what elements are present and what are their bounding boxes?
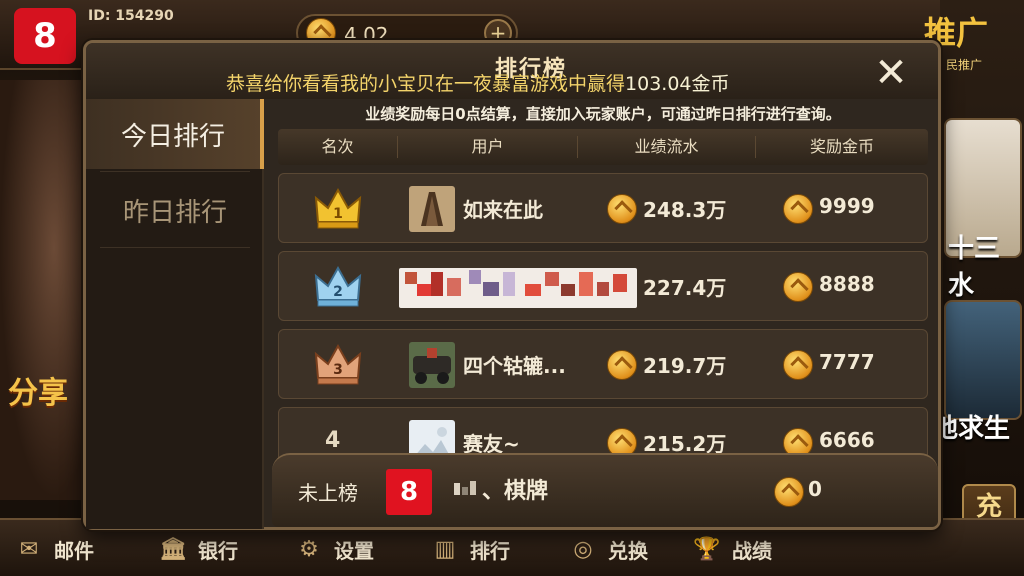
modal-header: 排行榜 恭喜给你看看我的小宝贝在一夜暴富游戏中赢得103.04金币 ✕ [86, 43, 938, 99]
table-row[interactable]: 3 四个轱辘... 219.7万 7777 [278, 329, 928, 399]
performance-value: 248.3万 [643, 198, 727, 222]
reward-value: 6666 [819, 428, 875, 452]
nav-exchange[interactable]: ◎ 兑换 [566, 534, 648, 564]
nav-settings[interactable]: ⚙ 设置 [292, 534, 374, 564]
win-announcement-marquee: 恭喜给你看看我的小宝贝在一夜暴富游戏中赢得103.04金币 [226, 69, 806, 95]
column-header-performance: 业绩流水 [578, 136, 756, 158]
gold-crown-icon: 1 [314, 187, 362, 229]
close-icon[interactable]: ✕ [856, 47, 926, 99]
performance-value: 227.4万 [643, 276, 727, 300]
game-tile-survival-label: 地求生 [932, 414, 1011, 444]
bank-icon: 🏛 [159, 536, 187, 562]
redacted-name-prefix [454, 481, 476, 495]
nav-exchange-label: 兑换 [608, 538, 648, 563]
column-header-reward: 奖励金币 [809, 137, 874, 156]
column-header-user: 用户 [398, 136, 578, 158]
nav-records-label: 战绩 [732, 538, 772, 563]
exchange-coins-icon: ◎ [573, 536, 593, 562]
bronze-crown-icon: 3 [314, 343, 362, 385]
performance-value: 219.7万 [643, 354, 727, 378]
game-tile-shisanshui-label: 十三水 [948, 234, 1001, 301]
nav-settings-label: 设置 [334, 538, 374, 563]
ranking-modal: 排行榜 恭喜给你看看我的小宝贝在一夜暴富游戏中赢得103.04金币 ✕ 今日排行… [83, 40, 941, 530]
gold-coin-icon [783, 272, 813, 302]
nav-records[interactable]: 🏆 战绩 [690, 534, 772, 564]
nav-bank[interactable]: 🏛 银行 [156, 534, 238, 564]
my-avatar: 8 [386, 469, 432, 515]
tab-divider [100, 247, 250, 248]
settlement-notice: 业绩奖励每日0点结算，直接加入玩家账户，可通过昨日排行进行查询。 [365, 105, 841, 123]
user-name: 四个轱辘... [463, 354, 566, 378]
gold-coin-icon [783, 194, 813, 224]
settings-gear-icon: ⚙ [299, 536, 319, 562]
nav-bank-label: 银行 [198, 538, 238, 563]
marquee-prefix: 恭喜给你看看我的小宝贝在一夜暴富游戏中赢得 [226, 73, 626, 95]
user-avatar [409, 186, 455, 232]
gold-coin-icon [607, 194, 637, 224]
gold-coin-icon [774, 477, 804, 507]
trophy-icon: 🏆 [693, 536, 721, 562]
user-name: 如来在此 [463, 198, 543, 222]
rank-number: 4 [325, 428, 341, 453]
game-tile-survival[interactable] [944, 300, 1022, 420]
nav-ranking[interactable]: ▥ 排行 [428, 534, 510, 564]
share-banner[interactable]: 分享 [8, 368, 68, 412]
silver-crown-icon: 2 [314, 265, 362, 307]
table-row[interactable]: 1 如来在此 248.3万 9999 [278, 173, 928, 243]
dealer-figure-image [0, 80, 90, 500]
gold-coin-icon [783, 350, 813, 380]
ranking-icon: ▥ [434, 536, 456, 562]
tab-divider [100, 171, 250, 172]
not-ranked-label: 未上榜 [298, 481, 358, 505]
ranking-tabs: 今日排行 昨日排行 [86, 99, 264, 529]
nav-mail-label: 邮件 [54, 538, 94, 563]
rank-number: 3 [333, 362, 343, 378]
nav-mail[interactable]: ✉ 邮件 [12, 534, 94, 564]
rank-number: 2 [333, 284, 343, 300]
user-avatar [409, 342, 455, 388]
marquee-amount: 103.04金币 [625, 73, 730, 95]
mail-icon: ✉ [19, 536, 39, 562]
column-header-rank: 名次 [278, 136, 398, 158]
rank-number: 1 [333, 206, 343, 222]
my-rank-footer: 未上榜 8 、棋牌 0 [272, 453, 938, 527]
reward-value: 8888 [819, 272, 875, 296]
table-row[interactable]: 2 227.4万 8888 [278, 251, 928, 321]
my-name: 、棋牌 [482, 479, 549, 504]
logo-glyph-icon: 8 [33, 16, 57, 56]
redacted-username-pixelation [399, 268, 637, 308]
reward-value: 7777 [819, 350, 875, 374]
reward-value: 9999 [819, 194, 875, 218]
logo-glyph-icon: 8 [399, 477, 419, 507]
tab-today-ranking[interactable]: 今日排行 [86, 99, 264, 169]
player-id: ID: 154290 [88, 8, 174, 24]
my-coins: 0 [808, 477, 822, 501]
gold-coin-icon [607, 350, 637, 380]
nav-ranking-label: 排行 [470, 538, 510, 563]
tab-yesterday-ranking[interactable]: 昨日排行 [86, 175, 264, 245]
app-logo[interactable]: 8 [14, 8, 76, 64]
ranking-table-header: 名次 用户 业绩流水 奖励金币 [278, 129, 928, 165]
promo-sub-label: 民推广 [946, 58, 983, 72]
